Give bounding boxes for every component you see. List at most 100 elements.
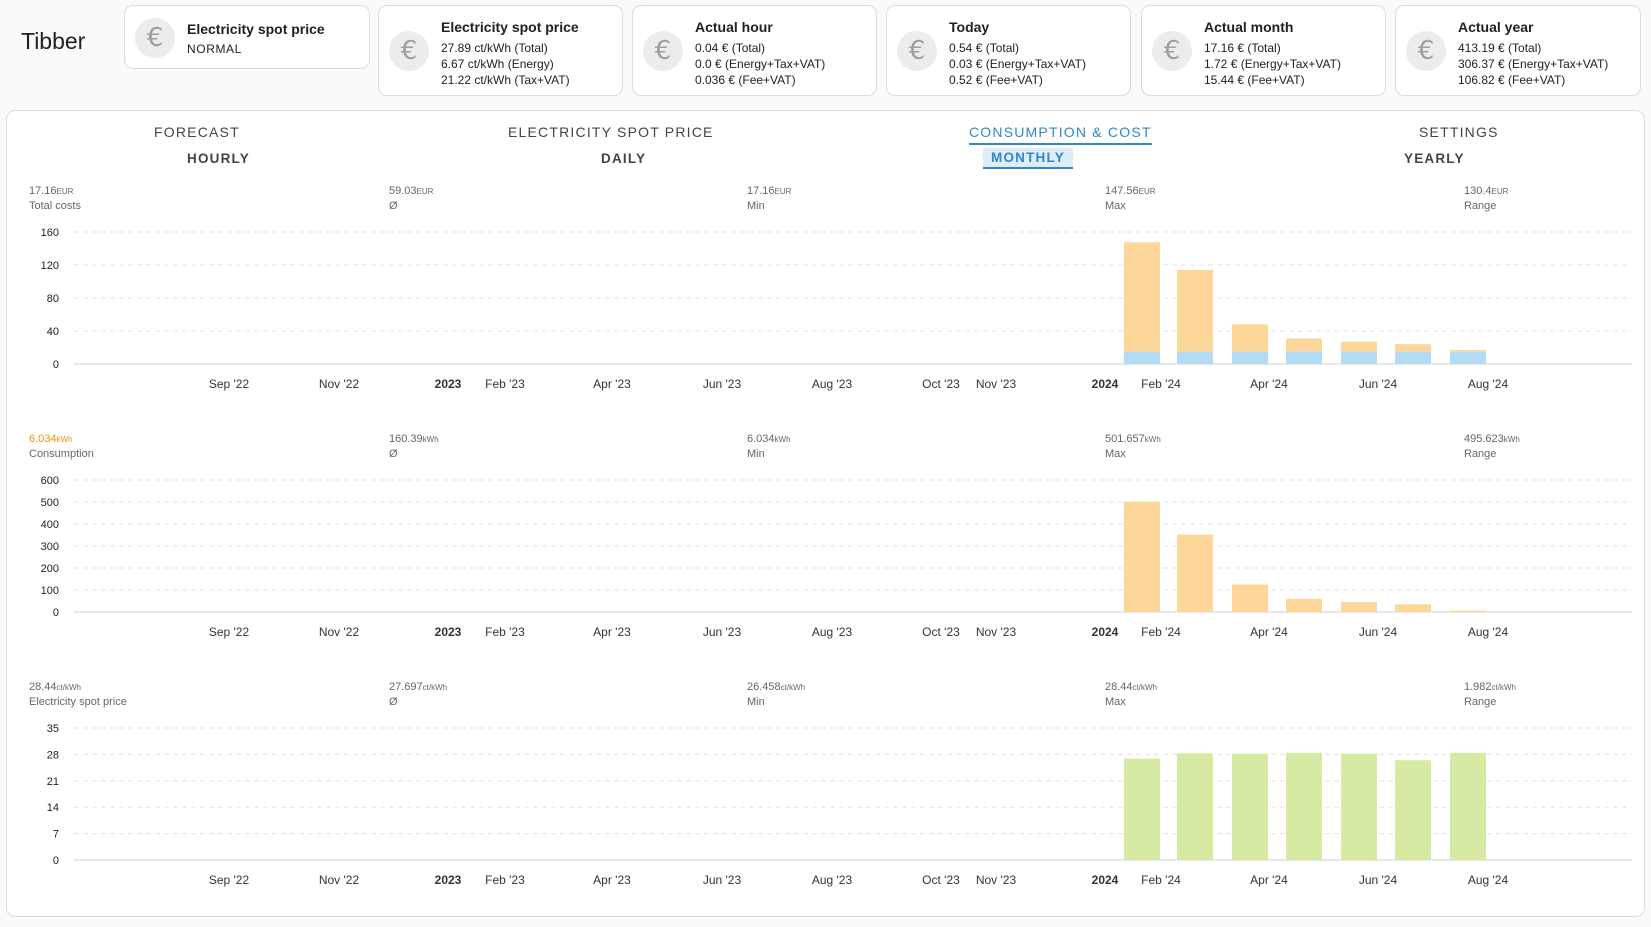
card-line: 21.22 ct/kWh (Tax+VAT) [441, 73, 570, 87]
x-tick-label: Nov '22 [319, 625, 360, 639]
stat-unit: EUR [1491, 187, 1509, 196]
x-tick-label: Sep '22 [209, 625, 250, 639]
stat-unit: kWh [1144, 435, 1161, 444]
chart-bar[interactable] [1286, 752, 1322, 860]
card-line: 0.03 € (Energy+Tax+VAT) [949, 57, 1086, 71]
stat-min: 6.034kWh Min [747, 432, 791, 462]
tab-consumption-cost[interactable]: CONSUMPTION & COST [969, 124, 1152, 145]
stat-label: Ø [389, 200, 398, 212]
chart-bar[interactable] [1450, 351, 1486, 364]
chart-bar[interactable] [1395, 604, 1431, 612]
chart-bar[interactable] [1286, 338, 1322, 352]
stat-unit: EUR [1138, 187, 1156, 196]
card-actual-month[interactable]: € Actual month 17.16 € (Total) 1.72 € (E… [1141, 5, 1386, 96]
x-tick-label: Oct '23 [922, 873, 960, 887]
chart-bar[interactable] [1286, 598, 1322, 612]
y-tick-label: 28 [47, 749, 59, 761]
chart-bar[interactable] [1124, 351, 1160, 364]
stat-unit: ct/kWh [780, 683, 806, 692]
chart-bar[interactable] [1395, 351, 1431, 364]
y-tick-label: 160 [41, 227, 59, 239]
y-tick-label: 0 [53, 607, 59, 619]
subtab-yearly[interactable]: YEARLY [1404, 151, 1465, 166]
card-line: 0.036 € (Fee+VAT) [695, 73, 796, 87]
card-spot-price-level[interactable]: € Electricity spot price NORMAL [124, 5, 370, 69]
chart-bar[interactable] [1341, 351, 1377, 364]
stat-unit: kWh [422, 435, 439, 444]
chart-bar[interactable] [1232, 324, 1268, 352]
tab-settings[interactable]: SETTINGS [1419, 124, 1499, 140]
chart-bar[interactable] [1177, 351, 1213, 364]
card-today[interactable]: € Today 0.54 € (Total) 0.03 € (Energy+Ta… [886, 5, 1131, 96]
chart-bar[interactable] [1341, 753, 1377, 860]
x-tick-label: Feb '24 [1141, 377, 1181, 391]
chart-bar[interactable] [1395, 760, 1431, 860]
x-tick-label: Apr '23 [593, 625, 631, 639]
card-actual-hour[interactable]: € Actual hour 0.04 € (Total) 0.0 € (Ener… [632, 5, 877, 96]
stat-label: Range [1464, 696, 1497, 708]
y-tick-label: 0 [53, 359, 59, 371]
stat-range: 130.4EUR Range [1464, 184, 1508, 214]
chart-bar[interactable] [1341, 341, 1377, 352]
x-tick-label: Jun '24 [1359, 873, 1398, 887]
x-tick-label: Jun '24 [1359, 625, 1398, 639]
stat-value: 6.034 [29, 433, 57, 445]
chart-bar[interactable] [1124, 501, 1160, 612]
chart-bar[interactable] [1232, 584, 1268, 613]
subtab-daily[interactable]: DAILY [601, 151, 646, 166]
x-tick-label: Nov '22 [319, 873, 360, 887]
chart-bar[interactable] [1177, 753, 1213, 860]
y-tick-label: 0 [53, 855, 59, 867]
x-tick-label: 2023 [435, 873, 462, 887]
y-tick-label: 21 [47, 776, 59, 788]
stat-unit: ct/kWh [1491, 683, 1516, 692]
x-tick-label: 2023 [435, 377, 462, 391]
stat-average: 59.03EUR Ø [389, 184, 433, 214]
y-tick-label: 200 [41, 563, 59, 575]
x-tick-label: Nov '23 [976, 873, 1017, 887]
card-actual-year[interactable]: € Actual year 413.19 € (Total) 306.37 € … [1395, 5, 1641, 96]
chart-bar[interactable] [1395, 344, 1431, 352]
y-tick-label: 500 [41, 497, 59, 509]
y-tick-label: 600 [41, 475, 59, 487]
consumption-chart: 0 100 200 300 400 500 600 Sep '22 Nov '22 2023 Feb… [41, 475, 1632, 639]
tab-forecast[interactable]: FORECAST [154, 124, 240, 140]
stat-range: 495.623kWh Range [1464, 432, 1520, 462]
tab-electricity-spot-price[interactable]: ELECTRICITY SPOT PRICE [508, 124, 714, 140]
chart-bar[interactable] [1341, 602, 1377, 612]
stat-label: Ø [389, 448, 398, 460]
stat-label: Min [747, 696, 765, 708]
card-spot-price[interactable]: € Electricity spot price 27.89 ct/kWh (T… [378, 5, 623, 96]
chart-bar[interactable] [1177, 534, 1213, 612]
y-tick-label: 35 [47, 723, 59, 735]
card-line: 0.04 € (Total) [695, 41, 766, 55]
x-tick-label: 2024 [1092, 625, 1119, 639]
euro-icon: € [643, 31, 683, 71]
chart-bar[interactable] [1232, 351, 1268, 364]
card-title: Today [949, 19, 990, 35]
chart-bar[interactable] [1450, 752, 1486, 860]
chart-bar[interactable] [1124, 758, 1160, 860]
x-tick-label: Jun '23 [703, 873, 742, 887]
x-tick-label: Aug '23 [812, 377, 853, 391]
stat-label: Consumption [29, 448, 94, 460]
stat-min: 17.16EUR Min [747, 184, 791, 214]
chart-bar[interactable] [1450, 349, 1486, 352]
card-title: Electricity spot price [441, 19, 579, 35]
subtab-monthly[interactable]: MONTHLY [983, 148, 1073, 169]
stat-value: 28.44 [1105, 681, 1133, 693]
chart-bar[interactable] [1124, 242, 1160, 352]
chart-bar[interactable] [1286, 351, 1322, 364]
x-tick-label: Jun '24 [1359, 377, 1398, 391]
chart-bar[interactable] [1232, 753, 1268, 860]
app-title: Tibber [21, 28, 86, 54]
subtab-hourly[interactable]: HOURLY [187, 151, 250, 166]
stat-label: Max [1105, 200, 1126, 212]
x-tick-label: Feb '23 [485, 873, 525, 887]
stat-range: 1.982ct/kWh Range [1464, 680, 1516, 710]
y-tick-label: 300 [41, 541, 59, 553]
x-tick-label: Apr '23 [593, 377, 631, 391]
chart-bar[interactable] [1177, 269, 1213, 352]
chart-bar[interactable] [1450, 610, 1486, 612]
card-title: Actual hour [695, 19, 773, 35]
